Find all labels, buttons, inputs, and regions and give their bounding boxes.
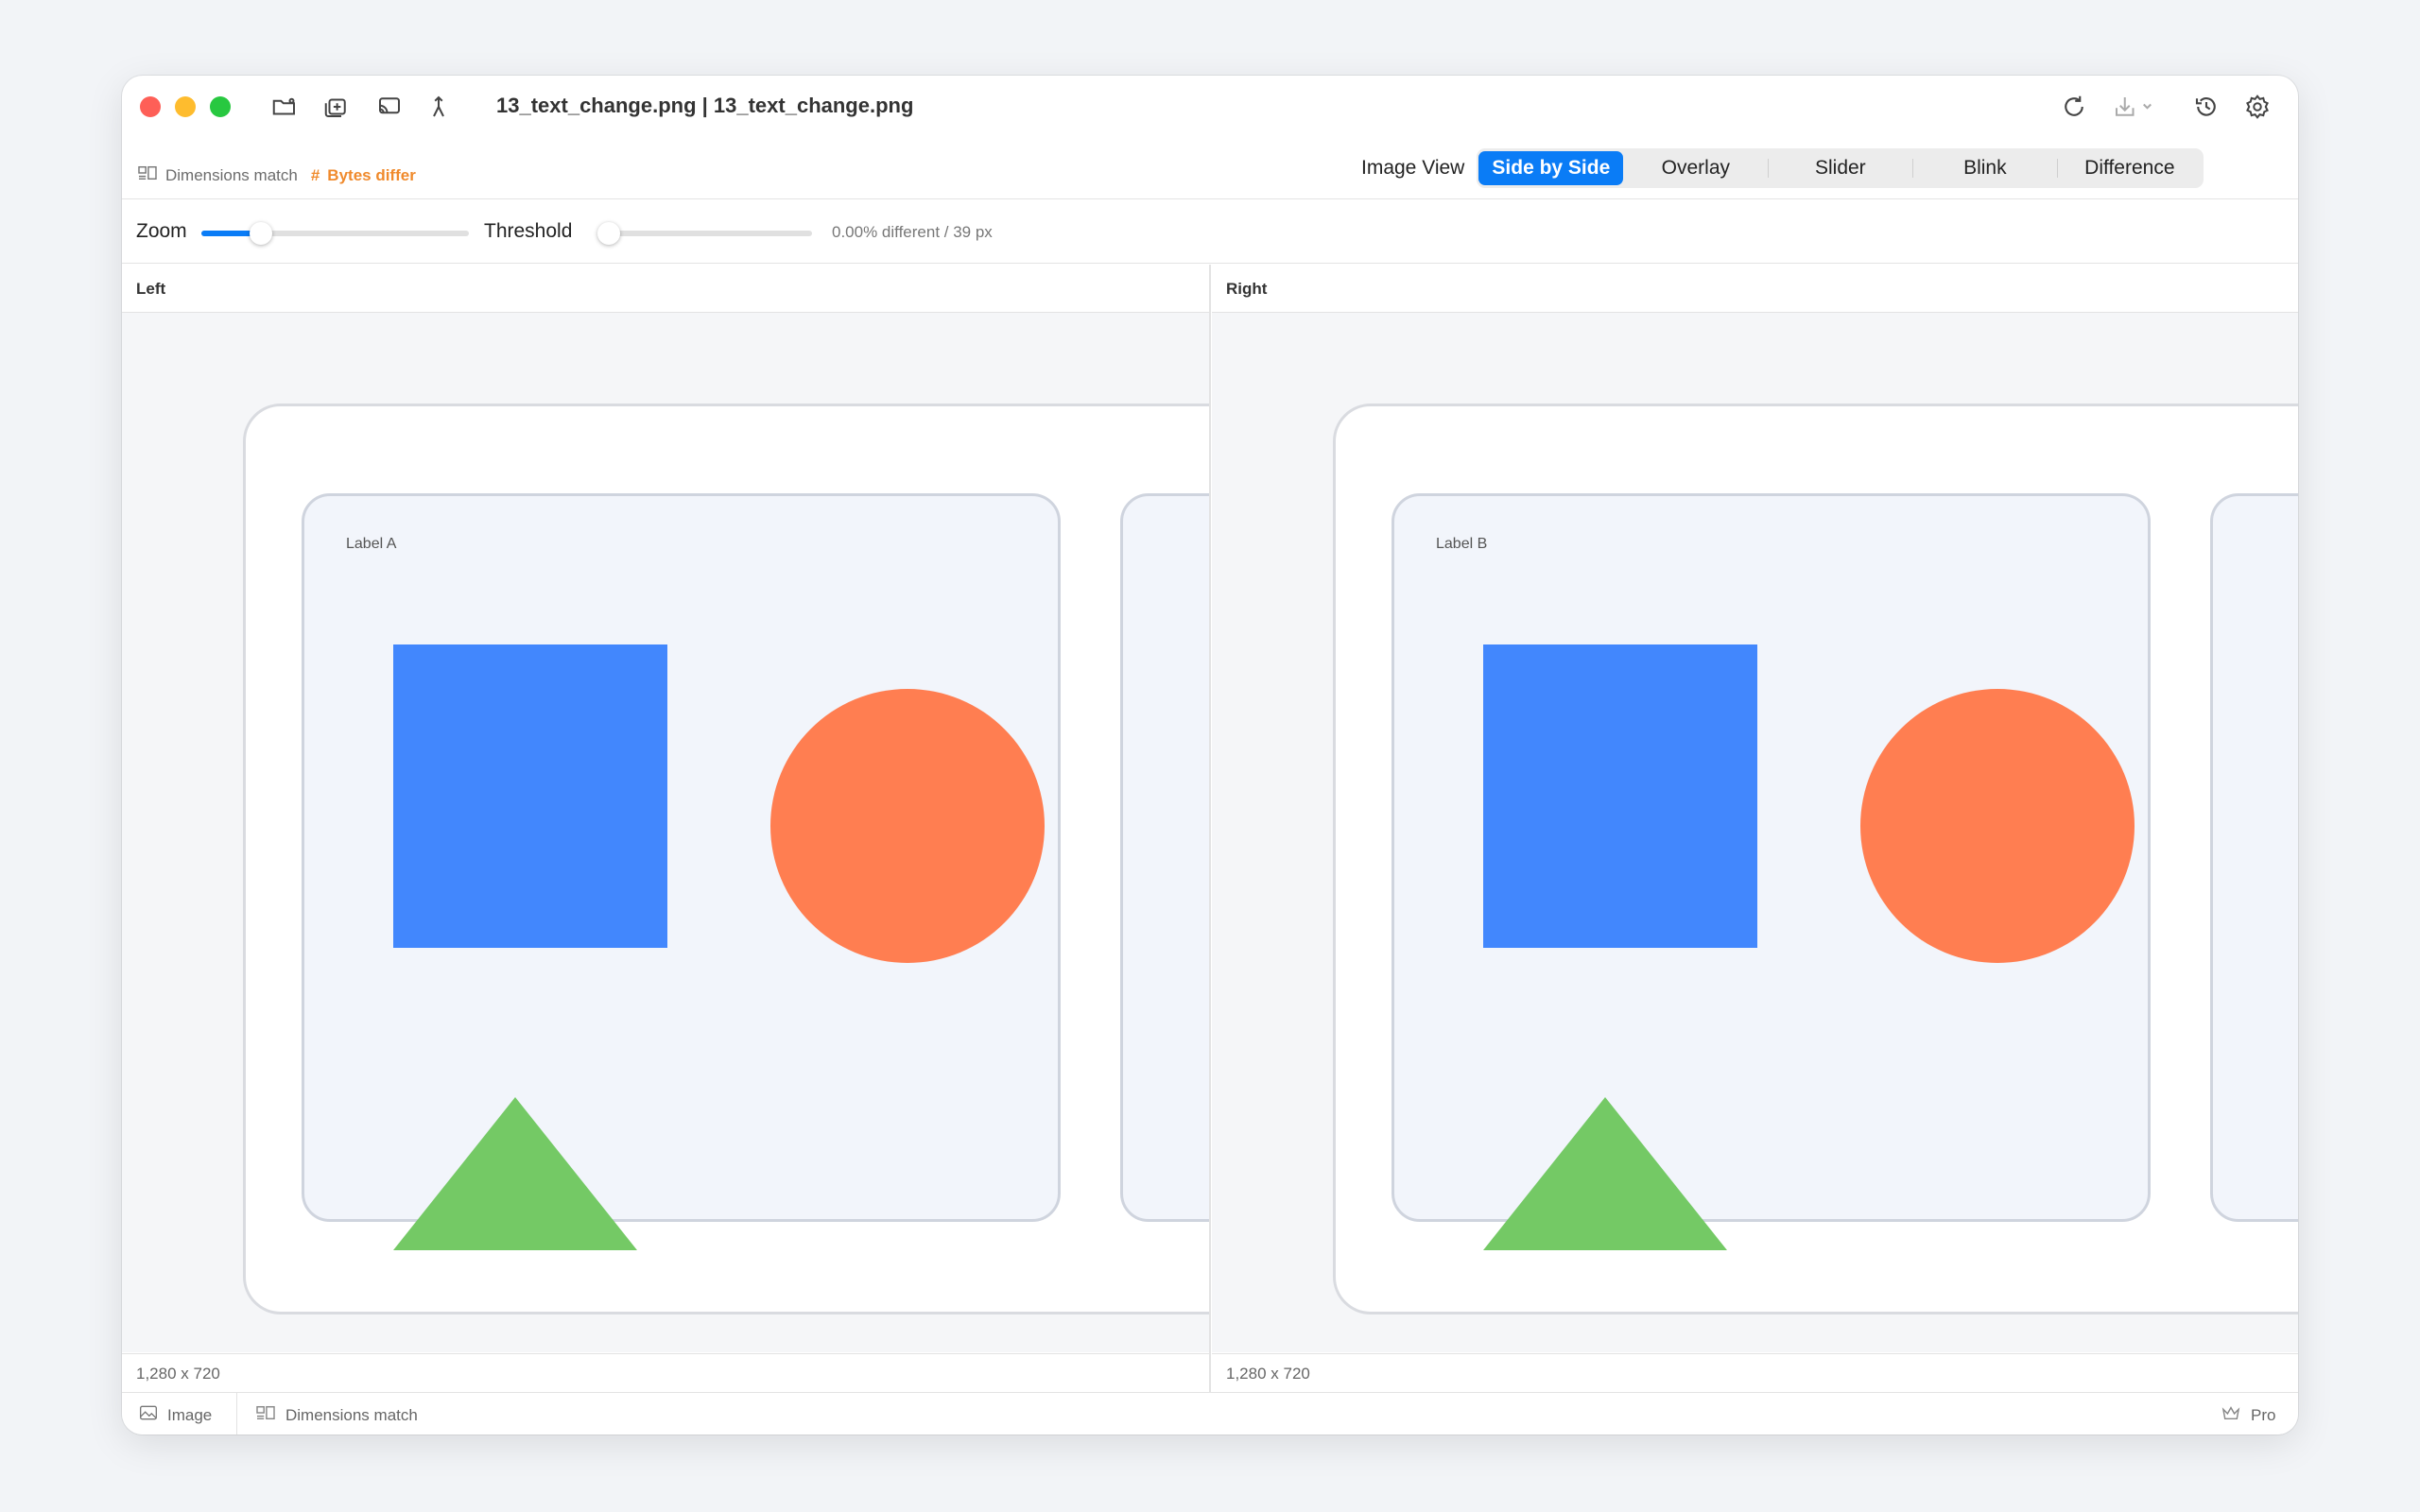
image-inner-card-2	[1120, 493, 1209, 1222]
green-triangle	[393, 1097, 637, 1250]
pro-badge[interactable]: Pro	[2221, 1404, 2275, 1426]
status-image-mode[interactable]: Image	[139, 1404, 212, 1426]
crown-icon	[2221, 1404, 2241, 1426]
pane-divider[interactable]	[1209, 265, 1211, 1392]
app-window: 13_text_change.png | 13_text_change.png …	[122, 76, 2298, 1435]
settings-icon[interactable]	[2241, 91, 2273, 123]
minimize-window-button[interactable]	[175, 96, 196, 117]
zoom-slider-knob[interactable]	[250, 222, 272, 245]
left-dimensions-text: 1,280 x 720	[136, 1365, 220, 1383]
zoom-label: Zoom	[136, 220, 187, 242]
tab-difference[interactable]: Difference	[2057, 151, 2202, 185]
image-icon	[139, 1404, 158, 1426]
threshold-label: Threshold	[484, 220, 573, 242]
left-pane-footer: 1,280 x 720	[122, 1353, 1209, 1392]
right-pane: Right Label B 1,280 x 720	[1212, 265, 2298, 1392]
divider	[122, 198, 2298, 199]
pro-label: Pro	[2251, 1405, 2276, 1424]
status-mode-label: Image	[167, 1405, 213, 1424]
view-mode-label: Image View	[1361, 157, 1465, 179]
difference-readout: 0.00% different / 39 px	[832, 223, 993, 241]
status-dimensions: Dimensions match	[255, 1404, 418, 1426]
image-text-label: Label B	[1436, 536, 1488, 552]
view-mode-control: Image View Side by Side Overlay Slider B…	[1361, 148, 2204, 188]
green-triangle	[1483, 1097, 1727, 1250]
tab-blink[interactable]: Blink	[1912, 151, 2057, 185]
merge-icon[interactable]	[423, 91, 455, 123]
refresh-icon[interactable]	[2058, 91, 2090, 123]
threshold-slider[interactable]	[597, 222, 812, 245]
left-pane-title: Left	[136, 280, 166, 298]
dimensions-match-text: Dimensions match	[165, 165, 298, 184]
right-image-canvas[interactable]: Label B	[1212, 313, 2298, 1352]
dimensions-icon	[255, 1404, 276, 1426]
right-pane-header: Right	[1212, 265, 2298, 313]
open-folder-icon[interactable]	[268, 91, 301, 123]
tab-slider[interactable]: Slider	[1768, 151, 1912, 185]
tab-overlay[interactable]: Overlay	[1623, 151, 1768, 185]
add-image-icon[interactable]	[320, 91, 353, 123]
zoom-slider[interactable]	[201, 222, 469, 245]
download-icon[interactable]	[2107, 91, 2164, 123]
right-pane-title: Right	[1226, 280, 1268, 298]
left-pane-header: Left	[122, 265, 1209, 313]
controls-row: Zoom Threshold 0.00% different / 39 px	[122, 200, 2298, 263]
blue-square	[1483, 644, 1757, 948]
left-pane: Left Label A 1,280 x 720	[122, 265, 1209, 1392]
right-dimensions-text: 1,280 x 720	[1226, 1365, 1310, 1383]
threshold-slider-knob[interactable]	[597, 222, 620, 245]
screen-icon[interactable]	[373, 91, 406, 123]
blue-square	[393, 644, 667, 948]
left-image-canvas[interactable]: Label A	[122, 313, 1209, 1352]
hash-icon: #	[310, 165, 320, 184]
zoom-window-button[interactable]	[210, 96, 231, 117]
dimensions-icon	[137, 164, 158, 186]
status-dimensions-label: Dimensions match	[285, 1405, 418, 1424]
divider	[122, 263, 2298, 264]
title-bar: 13_text_change.png | 13_text_change.png	[122, 76, 2298, 138]
orange-circle	[770, 689, 1045, 963]
history-icon[interactable]	[2190, 91, 2222, 123]
bytes-differ-text: Bytes differ	[327, 165, 416, 184]
status-bar: Image Dimensions match Pro	[122, 1392, 2298, 1435]
zoom-slider-fill	[201, 231, 255, 236]
view-mode-segmented: Side by Side Overlay Slider Blink Differ…	[1477, 148, 2204, 188]
tab-side-by-side[interactable]: Side by Side	[1478, 151, 1624, 185]
window-title: 13_text_change.png | 13_text_change.png	[496, 94, 914, 117]
orange-circle	[1860, 689, 2135, 963]
right-pane-footer: 1,280 x 720	[1212, 1353, 2298, 1392]
image-inner-card-2	[2210, 493, 2298, 1222]
divider	[236, 1393, 237, 1435]
image-text-label: Label A	[346, 536, 397, 552]
close-window-button[interactable]	[140, 96, 161, 117]
